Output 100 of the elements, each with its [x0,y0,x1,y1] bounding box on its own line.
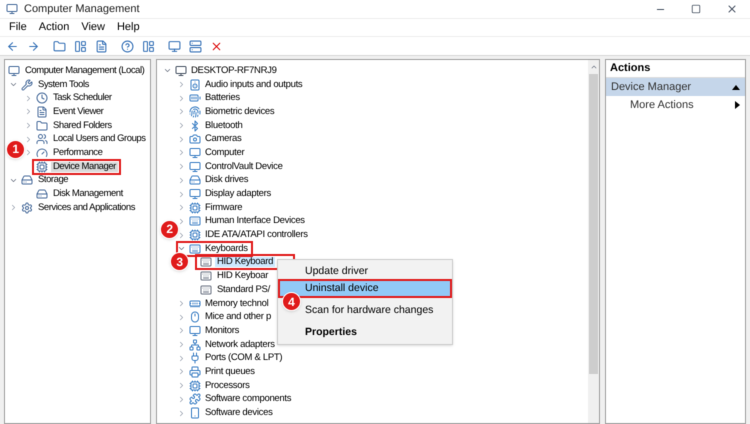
menu-item[interactable]: View [75,19,111,36]
tree-item[interactable]: Computer [204,148,246,158]
tree-item[interactable]: Ports (COM & LPT) [204,353,284,364]
expand-icon[interactable] [177,230,186,240]
expand-icon[interactable] [177,299,186,308]
expand-icon[interactable] [24,148,33,158]
expand-icon[interactable] [177,121,186,130]
tree-item[interactable]: Display adapters [204,189,272,200]
expand-icon[interactable] [177,381,186,390]
step-badge: 2 [160,220,179,239]
tree-item[interactable]: Disk drives [204,175,250,186]
app-icon [6,3,18,15]
menu-item[interactable]: Action [32,19,76,36]
expand-icon[interactable] [177,408,186,418]
tree-item[interactable]: Performance [51,148,104,158]
expand-icon[interactable] [177,80,186,90]
tree-item[interactable]: Services and Applications [36,202,138,213]
tree-item[interactable]: Software devices [204,408,274,418]
expand-icon[interactable] [177,134,186,144]
server-icon[interactable] [187,38,203,54]
action-link[interactable]: More Actions [606,96,745,114]
tree-item[interactable]: ControlVault Device [204,162,284,172]
battery-icon [189,92,201,104]
tree-item[interactable]: Event Viewer [51,106,106,117]
tree-item[interactable]: Device Manager [51,162,118,172]
tree-item[interactable]: DESKTOP-RF7NRJ9 [190,66,278,76]
tree-item[interactable]: Batteries [204,93,241,104]
folder-icon[interactable] [51,38,67,54]
monitor-icon [189,324,201,337]
menu-item[interactable]: Help [110,19,146,36]
tree-item[interactable]: Human Interface Devices [204,216,306,226]
chip-icon [36,160,48,173]
expand-icon[interactable] [24,94,33,103]
tree-item[interactable]: HID Keyboard [215,257,276,268]
chip-icon [189,229,201,242]
plug-icon [189,352,201,364]
camera-icon [189,133,201,146]
expand-icon[interactable] [177,107,186,116]
expand-icon[interactable] [177,394,186,404]
expand-icon[interactable] [177,216,186,226]
tree-item[interactable]: Shared Folders [51,120,114,131]
expand-icon[interactable] [177,312,186,322]
tree-item[interactable]: HID Keyboar [215,271,270,282]
tree-item[interactable]: Storage [36,175,70,186]
expand-icon[interactable] [177,354,186,363]
expand-icon[interactable] [9,203,18,212]
collapse-icon[interactable] [732,84,740,90]
tree-item[interactable]: Memory technol [204,298,270,309]
expand-icon[interactable] [177,326,186,336]
menu-item[interactable]: Scan for hardware changes [305,302,450,319]
expand-icon[interactable] [177,340,186,350]
tree-item[interactable]: Task Scheduler [51,93,114,104]
monitor-icon [189,188,201,200]
expand-icon[interactable] [177,190,186,199]
tree-item[interactable]: Print queues [204,366,256,377]
scroll-up-icon[interactable] [590,63,598,71]
tree-item[interactable]: Mice and other p [204,312,272,322]
tree-item[interactable]: Audio inputs and outputs [204,80,304,90]
submenu-arrow-icon [735,101,740,109]
expand-icon[interactable] [177,203,186,212]
gauge-icon [36,146,48,159]
clock-icon [36,92,48,104]
expand-icon[interactable] [177,367,186,376]
tree-item[interactable]: Firmware [204,202,244,213]
scrollbar[interactable] [588,60,599,423]
speaker-icon [189,78,201,91]
expand-icon[interactable] [24,121,33,130]
menu-item[interactable]: Update driver [305,263,450,280]
expand-icon[interactable] [24,134,33,144]
tree-item[interactable]: Bluetooth [204,120,244,131]
network-icon [189,338,201,351]
monitor-icon [189,160,201,173]
step-badge: 3 [170,252,189,272]
tree-item[interactable]: Local Users and Groups [51,134,148,144]
window-title: Computer Management [24,2,140,17]
expand-icon[interactable] [177,148,186,158]
expand-icon[interactable] [177,176,186,185]
menu-item[interactable]: File [3,19,33,36]
monitor-icon[interactable] [166,38,182,54]
expand-icon[interactable] [24,107,33,116]
tree-item[interactable]: Processors [204,380,251,391]
actions-section[interactable]: Device Manager [606,78,745,96]
tree-item[interactable]: Cameras [204,134,242,144]
wrench-icon [21,78,33,91]
tree-item[interactable]: IDE ATA/ATAPI controllers [204,230,309,240]
panel-icon[interactable] [140,38,156,54]
tree-item[interactable]: Biometric devices [204,106,276,117]
expand-icon[interactable] [177,94,186,103]
expand-icon[interactable] [177,162,186,172]
menu-item[interactable]: Properties [305,324,450,341]
tree-item[interactable]: Software components [204,394,292,404]
tree-item[interactable]: Standard PS/ [215,284,272,295]
tree-item[interactable]: Computer Management (Local) [23,66,146,76]
panel-icon[interactable] [72,38,88,54]
help-icon[interactable] [119,38,135,54]
tree-item[interactable]: Monitors [204,326,240,336]
tree-item[interactable]: System Tools [36,80,91,90]
tree-item[interactable]: Disk Management [51,189,125,200]
tree-item[interactable]: Network adapters [204,340,276,350]
keyboard-icon [200,284,212,296]
